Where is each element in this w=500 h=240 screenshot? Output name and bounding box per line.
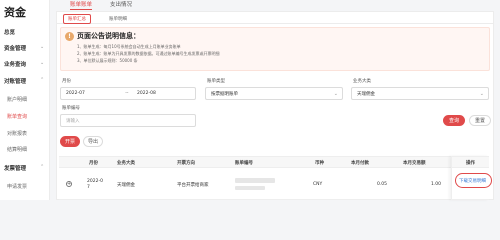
expand-row-icon[interactable]: + <box>66 181 72 187</box>
header-invoice-direction: 开票方向 <box>177 161 195 166</box>
cell-business-category: 天瑞佣金 <box>117 183 135 188</box>
header-monthly-amount: 本月交易额 <box>403 161 426 166</box>
cell-currency: CNY <box>313 182 323 187</box>
header-month: 月份 <box>89 161 98 166</box>
sidebar-item-business-query[interactable]: 业务查询 <box>4 60 26 68</box>
cell-invoice-direction: 平台开票给商家 <box>177 183 209 188</box>
header-business-category: 业务大类 <box>117 161 135 166</box>
chevron-down-icon: ⌄ <box>40 44 45 50</box>
table-area: 月份 业务大类 开票方向 账单编号 币种 本月付款 本月交易额 操作 + 202… <box>56 0 494 200</box>
app-brand: 资金 <box>4 6 26 19</box>
header-bill-number: 账单编号 <box>235 161 253 166</box>
header-monthly-payment: 本月付款 <box>351 161 369 166</box>
cell-monthly-amount: 1.00 <box>431 182 442 187</box>
blurred-bill-number <box>235 178 275 183</box>
cell-monthly-payment: 0.05 <box>377 182 388 187</box>
sidebar-sub-settlement-details[interactable]: 结算明细 <box>7 146 27 153</box>
sidebar-item-fund-management[interactable]: 资金管理 <box>4 44 26 52</box>
sidebar-sub-reconcile-report[interactable]: 对账报表 <box>7 130 27 137</box>
sidebar-item-reconciliation[interactable]: 对账管理 <box>4 77 26 85</box>
sidebar-sub-apply-invoice[interactable]: 申请发票 <box>7 183 27 190</box>
sidebar-sub-account-details[interactable]: 账户明细 <box>7 96 27 103</box>
cell-month: 2022-07 <box>87 179 103 190</box>
chevron-up-icon: ⌃ <box>40 164 45 170</box>
chevron-down-icon: ⌄ <box>40 60 45 66</box>
table-row: + 2022-07 天瑞佣金 平台开票给商家 CNY 0.05 1.00 下载交… <box>59 156 492 200</box>
chevron-up-icon: ⌃ <box>40 77 45 83</box>
sidebar-sub-bill-query[interactable]: 账单查询 <box>7 113 27 120</box>
table-header: 月份 业务大类 开票方向 账单编号 币种 本月付款 本月交易额 操作 <box>59 156 489 168</box>
header-currency: 币种 <box>315 161 324 166</box>
sidebar-item-overview[interactable]: 总览 <box>4 28 15 36</box>
sidebar: 资金 总览 资金管理 ⌄ 业务查询 ⌄ 对账管理 ⌃ 账户明细 账单查询 对账报… <box>0 0 50 200</box>
download-details-link[interactable]: 下载交易明细 <box>459 178 486 184</box>
sidebar-item-invoice-management[interactable]: 发票管理 <box>4 164 26 172</box>
blurred-bill-number <box>235 186 265 190</box>
